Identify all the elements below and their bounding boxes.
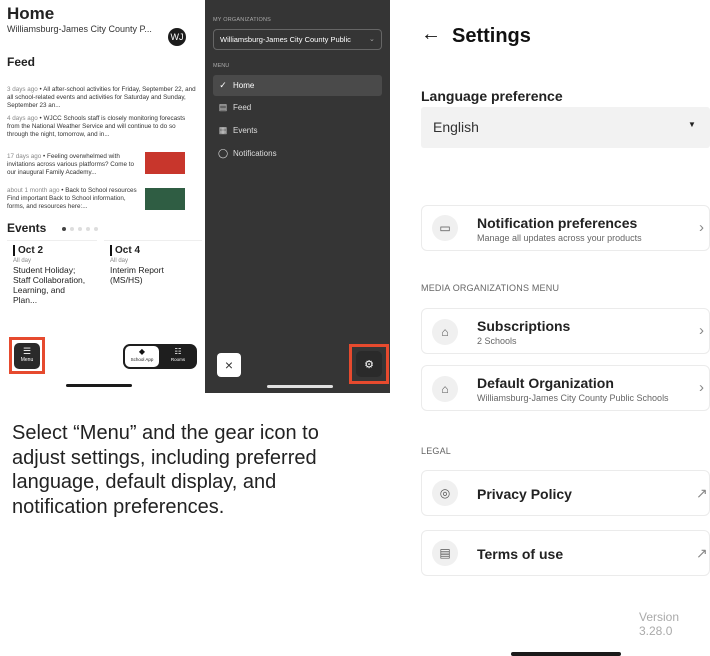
app-switcher[interactable]: ◆ School App ☷ Rooms	[123, 344, 197, 369]
rooms-tab[interactable]: ☷ Rooms	[161, 346, 195, 367]
caret-down-icon: ▼	[688, 120, 696, 129]
language-select[interactable]: English	[421, 107, 710, 148]
institution-icon: ⌂	[432, 319, 458, 345]
bell-icon: ◯	[217, 148, 229, 158]
close-icon: ×	[224, 357, 234, 373]
feed-item[interactable]: about 1 month ago • Back to School resou…	[7, 187, 137, 211]
event-card[interactable]: Oct 4 All day Interim Report (MS/HS)	[104, 240, 202, 318]
page-title: Home	[7, 4, 55, 23]
settings-button[interactable]: ⚙	[356, 351, 382, 377]
events-title: Events	[7, 221, 47, 235]
feed-title: Feed	[7, 55, 36, 69]
event-card[interactable]: Oct 2 All day Student Holiday; Staff Col…	[7, 240, 97, 318]
menu-item-events[interactable]: ▦ Events	[213, 120, 382, 141]
menu-header: MENU	[213, 63, 230, 69]
back-arrow-icon[interactable]: ←	[421, 23, 441, 46]
school-app-icon: ◆	[138, 347, 146, 356]
menu-item-home[interactable]: ✓ Home	[213, 75, 382, 96]
external-link-icon: ↗	[696, 545, 708, 561]
terms-of-use-card[interactable]: ▤ Terms of use ↗	[421, 530, 710, 576]
feed-icon: ▤	[218, 102, 228, 112]
settings-screen: ← Settings Language preference English ▼…	[411, 0, 710, 656]
menu-item-notifications[interactable]: ◯ Notifications	[213, 143, 382, 164]
section-header: LEGAL	[421, 446, 452, 456]
calendar-icon: ▦	[218, 125, 228, 135]
chevron-right-icon: ›	[699, 322, 704, 339]
home-indicator	[267, 385, 333, 388]
gear-icon: ⚙	[364, 358, 374, 371]
menu-screen: MY ORGANIZATIONS Williamsburg-James City…	[205, 0, 390, 393]
chevron-right-icon: ›	[699, 219, 704, 236]
organizations-header: MY ORGANIZATIONS	[213, 17, 272, 23]
subscriptions-card[interactable]: ⌂ Subscriptions 2 Schools ›	[421, 308, 710, 354]
menu-icon: ☰	[22, 346, 32, 356]
feed-item[interactable]: 4 days ago • WJCC Schools staff is close…	[7, 115, 197, 139]
home-indicator	[66, 384, 132, 387]
check-icon: ✓	[219, 80, 227, 90]
instruction-caption: Select “Menu” and the gear icon to adjus…	[12, 422, 319, 518]
page-title: Settings	[452, 25, 531, 47]
menu-button[interactable]: ☰ Menu	[14, 343, 40, 369]
section-header: MEDIA ORGANIZATIONS MENU	[421, 283, 560, 293]
carousel-dots[interactable]	[62, 227, 98, 231]
close-button[interactable]: ×	[217, 353, 241, 377]
institution-icon: ⌂	[432, 376, 458, 402]
external-link-icon: ↗	[696, 485, 708, 501]
language-header: Language preference	[421, 88, 563, 104]
notification-icon: ▭	[432, 215, 458, 241]
notification-preferences-card[interactable]: ▭ Notification preferences Manage all up…	[421, 205, 710, 251]
menu-item-feed[interactable]: ▤ Feed	[213, 97, 382, 118]
chevron-down-icon: ⌄	[369, 36, 375, 43]
org-name: Williamsburg-James City County P...	[7, 24, 152, 34]
school-app-tab[interactable]: ◆ School App	[125, 346, 159, 367]
chevron-right-icon: ›	[699, 379, 704, 396]
feed-item[interactable]: 3 days ago • All after-school activities…	[7, 86, 197, 110]
home-screen: Home Williamsburg-James City County P...…	[0, 0, 205, 395]
organization-select[interactable]: Williamsburg-James City County Public	[213, 29, 382, 50]
rooms-icon: ☷	[174, 347, 182, 356]
feed-item[interactable]: 17 days ago • Feeling overwhelmed with i…	[7, 153, 137, 177]
privacy-icon: ◎	[432, 480, 458, 506]
document-icon: ▤	[432, 540, 458, 566]
home-indicator	[511, 652, 621, 656]
feed-thumbnail-image	[145, 152, 185, 174]
app-version: Version 3.28.0	[639, 610, 680, 638]
org-logo-icon[interactable]: WJ	[168, 28, 186, 46]
feed-thumbnail-image	[145, 188, 185, 210]
privacy-policy-card[interactable]: ◎ Privacy Policy ↗	[421, 470, 710, 516]
default-organization-card[interactable]: ⌂ Default Organization Williamsburg-Jame…	[421, 365, 710, 411]
